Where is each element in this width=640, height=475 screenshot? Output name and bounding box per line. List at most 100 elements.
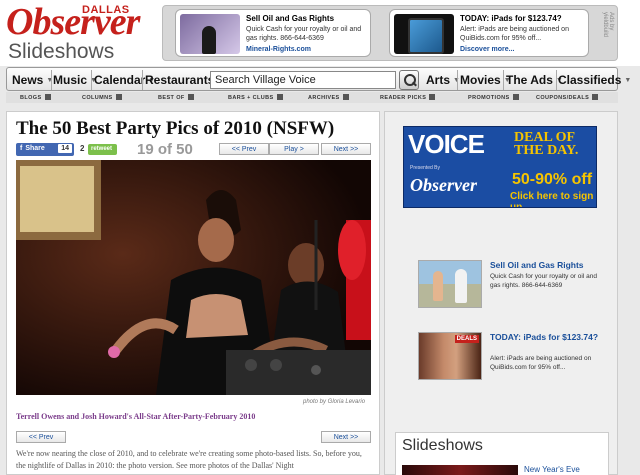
sidebar-ad-ipads[interactable]: DEALS TODAY: iPads for $123.74? Alert: i…	[418, 332, 608, 384]
ad-title[interactable]: TODAY: iPads for $123.74?	[490, 332, 600, 342]
deals-badge: DEALS	[454, 335, 479, 343]
ad-thumbnail-image[interactable]	[394, 14, 454, 54]
nav-item-the-ads[interactable]: The Ads ▼	[506, 71, 563, 89]
promo-signup-link[interactable]: Click here to sign up.	[510, 191, 596, 207]
facebook-share-button[interactable]: f Share 14	[16, 143, 74, 156]
header-ad-oil-gas[interactable]: Sell Oil and Gas Rights Quick Cash for y…	[175, 9, 371, 57]
promo-discount: 50-90% off	[512, 171, 593, 188]
photo-credit: photo by Gloria Levario	[303, 399, 366, 405]
promo-observer-logo: Observer	[410, 175, 477, 195]
dropdown-icon	[187, 94, 194, 100]
ad-body: Alert: iPads are being auctioned on QuiB…	[460, 26, 569, 42]
subnav-item-bars-clubs[interactable]: BARS + CLUBS	[228, 94, 283, 101]
promo-presented-by: Presented By	[410, 165, 441, 171]
slideshow-thumbnail[interactable]	[402, 465, 518, 475]
caret-down-icon: ▼	[624, 76, 632, 84]
subnav-item-blogs[interactable]: BLOGS	[20, 94, 51, 101]
facebook-icon: f	[20, 145, 23, 152]
ad-thumbnail-image[interactable]: DEALS	[418, 332, 482, 380]
prev-button[interactable]: << Prev	[219, 143, 269, 155]
subnav-label: ARCHIVES	[308, 95, 340, 101]
section-title: Slideshows	[8, 40, 115, 63]
site-header: Observer DALLAS Slideshows Sell Oil and …	[0, 0, 640, 66]
slide-counter: 19 of 50	[137, 141, 193, 158]
nav-label: Music	[53, 73, 88, 87]
nav-item-arts[interactable]: Arts▼	[426, 71, 460, 89]
ad-body: Quick Cash for your royalty or oil and g…	[490, 273, 597, 289]
subnav-label: BEST OF	[158, 95, 185, 101]
retweet-count: 2	[80, 144, 85, 153]
nav-label: Movies	[460, 73, 501, 87]
article-body: We're now nearing the close of 2010, and…	[16, 449, 362, 470]
sub-nav: BLOGS COLUMNS BEST OF BARS + CLUBS ARCHI…	[6, 92, 618, 103]
nav-divider	[457, 70, 458, 90]
retweet-button[interactable]: retweet	[88, 144, 117, 155]
dropdown-icon	[512, 94, 519, 100]
nav-label: Classifieds	[558, 73, 622, 87]
dropdown-icon	[592, 94, 599, 100]
nav-label: News	[12, 73, 44, 87]
prev-button-bottom[interactable]: << Prev	[16, 431, 66, 443]
ad-thumbnail-image[interactable]	[418, 260, 482, 308]
nav-label: Restaurants	[145, 73, 215, 87]
nav-divider	[503, 70, 504, 90]
party-photo-image	[16, 160, 371, 395]
main-nav: News▼ Music▼ Calendar▼ Restaurants▼ Arts…	[6, 67, 631, 91]
nav-label: Calendar	[94, 73, 146, 87]
search-icon[interactable]	[399, 70, 419, 90]
dropdown-icon	[429, 94, 436, 100]
slide-photo[interactable]	[16, 160, 371, 395]
adchoices-label[interactable]: Ads by yieldbuild	[602, 12, 614, 56]
slideshow-panel: The 50 Best Party Pics of 2010 (NSFW) fS…	[6, 111, 380, 475]
slideshows-heading: Slideshows	[402, 437, 483, 454]
dropdown-icon	[115, 94, 122, 100]
next-button-bottom[interactable]: Next >>	[321, 431, 371, 443]
ad-title[interactable]: Sell Oil and Gas Rights	[246, 14, 334, 23]
slideshow-link[interactable]: New Year's Eve	[524, 465, 580, 474]
subnav-label: COUPONS/DEALS	[536, 95, 590, 101]
subnav-item-reader-picks[interactable]: READER PICKS	[380, 94, 436, 101]
subnav-item-archives[interactable]: ARCHIVES	[308, 94, 349, 101]
slideshows-widget: Slideshows New Year's Eve	[395, 432, 609, 475]
subnav-label: READER PICKS	[380, 95, 427, 101]
subnav-label: BLOGS	[20, 95, 42, 101]
dropdown-icon	[342, 94, 349, 100]
share-label: Share	[25, 145, 45, 152]
ad-link[interactable]: Mineral-Rights.com	[246, 46, 311, 53]
header-ad-banner: Sell Oil and Gas Rights Quick Cash for y…	[162, 5, 618, 61]
dropdown-icon	[276, 94, 283, 100]
next-button[interactable]: Next >>	[321, 143, 371, 155]
deal-of-the-day-banner[interactable]: VOICE DEAL OF THE DAY. Presented By Obse…	[403, 126, 597, 208]
share-count: 14	[58, 144, 72, 153]
nav-divider	[91, 70, 92, 90]
page-title: The 50 Best Party Pics of 2010 (NSFW)	[16, 118, 335, 139]
sidebar-ad-oil-gas[interactable]: Sell Oil and Gas Rights Quick Cash for y…	[418, 260, 608, 312]
nav-label: The Ads	[506, 73, 553, 87]
ad-title[interactable]: Sell Oil and Gas Rights	[490, 260, 600, 270]
subnav-item-columns[interactable]: COLUMNS	[82, 94, 122, 101]
subnav-item-best-of[interactable]: BEST OF	[158, 94, 194, 101]
logo-city: DALLAS	[82, 4, 130, 16]
play-button[interactable]: Play >	[269, 143, 319, 155]
nav-item-news[interactable]: News ▼	[12, 71, 53, 89]
promo-deal-text: DEAL OF THE DAY.	[514, 130, 579, 158]
subnav-label: BARS + CLUBS	[228, 95, 274, 101]
promo-voice-text: VOICE	[408, 129, 485, 159]
search-input[interactable]	[210, 71, 396, 89]
ad-body: Quick Cash for your royalty or oil and g…	[246, 26, 362, 42]
subnav-label: PROMOTIONS	[468, 95, 510, 101]
ad-title[interactable]: TODAY: iPads for $123.74?	[460, 14, 562, 23]
subnav-item-promotions[interactable]: PROMOTIONS	[468, 94, 519, 101]
header-ad-ipads[interactable]: TODAY: iPads for $123.74? Alert: iPads a…	[389, 9, 589, 57]
ad-thumbnail-image[interactable]	[180, 14, 240, 54]
subnav-label: COLUMNS	[82, 95, 113, 101]
ad-body: Alert: iPads are being auctioned on QuiB…	[490, 355, 592, 371]
dropdown-icon	[44, 94, 51, 100]
nav-item-classifieds[interactable]: Classifieds ▼	[558, 71, 631, 89]
nav-divider	[142, 70, 143, 90]
ad-link[interactable]: Discover more...	[460, 46, 514, 53]
photo-caption[interactable]: Terrell Owens and Josh Howard's All-Star…	[16, 412, 255, 421]
subnav-item-coupons-deals[interactable]: COUPONS/DEALS	[536, 94, 599, 101]
nav-divider	[51, 70, 52, 90]
nav-label: Arts	[426, 73, 451, 87]
